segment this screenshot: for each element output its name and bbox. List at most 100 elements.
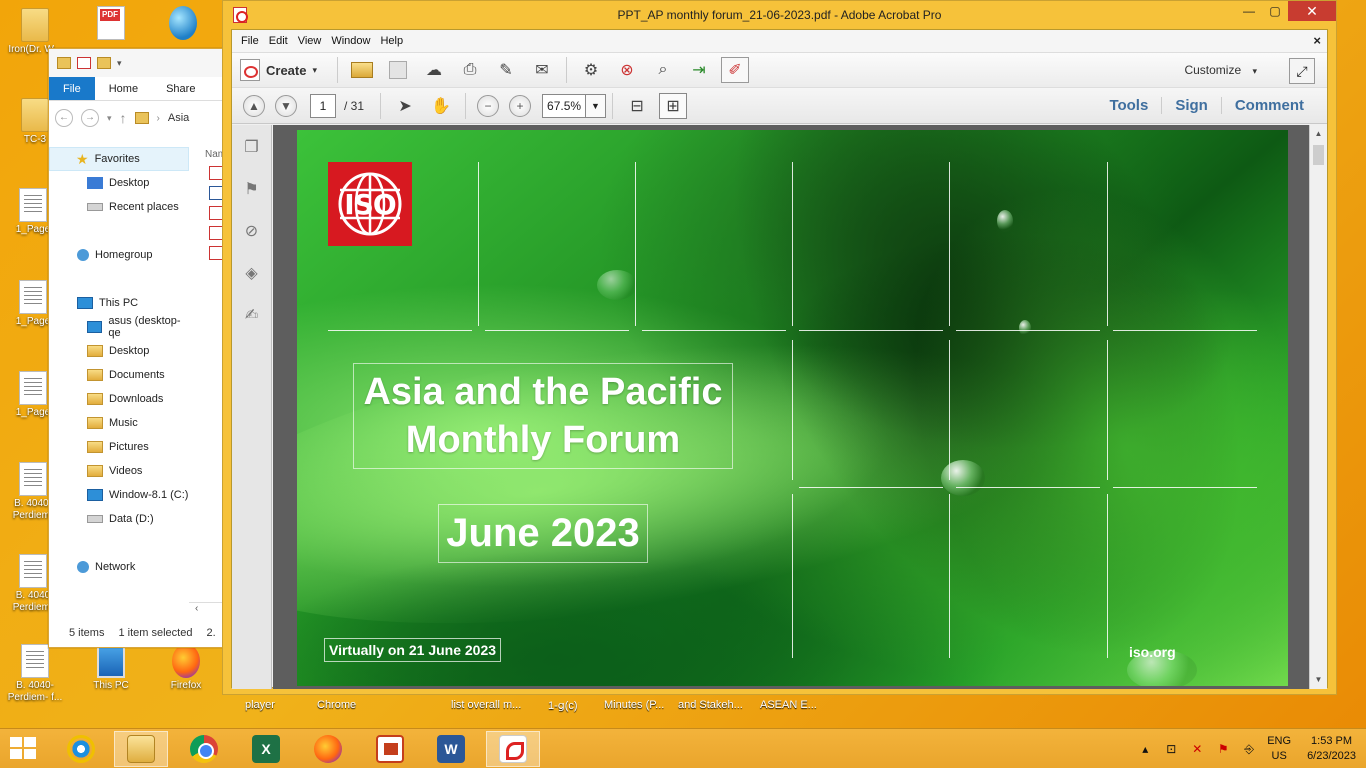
nav-network[interactable]: Network: [49, 555, 189, 579]
nav-homegroup[interactable]: Homegroup: [49, 243, 189, 267]
create-button[interactable]: Create ▾: [240, 59, 317, 81]
acrobat-app-icon[interactable]: [233, 7, 248, 23]
save-button[interactable]: [384, 57, 412, 83]
nav-item-drive-d[interactable]: Data (D:): [49, 507, 189, 531]
zoom-level-input[interactable]: 67.5%: [542, 93, 587, 118]
scroll-thumb[interactable]: [1313, 145, 1324, 165]
nav-item-downloads[interactable]: Downloads: [49, 387, 189, 411]
layers-icon[interactable]: ◈: [241, 263, 263, 285]
nav-this-pc[interactable]: This PC: [49, 291, 189, 315]
taskbar-chrome[interactable]: [177, 731, 231, 767]
nav-item-pc-desktop[interactable]: Desktop: [49, 339, 189, 363]
bookmark-icon[interactable]: ⚑: [241, 179, 263, 201]
usb-device-icon[interactable]: ⎆: [1241, 742, 1257, 756]
fit-page-button[interactable]: ⊟: [623, 93, 651, 119]
comment-markup-button[interactable]: ✐: [721, 57, 749, 83]
scroll-down-icon[interactable]: ▼: [1310, 671, 1327, 689]
menu-view[interactable]: View: [293, 35, 327, 47]
horizontal-scrollbar[interactable]: ‹: [189, 602, 222, 618]
upload-cloud-button[interactable]: ☁: [420, 57, 448, 83]
taskbar-internet-explorer[interactable]: [54, 731, 108, 767]
new-folder-icon[interactable]: [97, 57, 111, 69]
taskbar-powerpoint[interactable]: [363, 731, 417, 767]
nav-item-asus[interactable]: asus (desktop-qe: [49, 315, 189, 339]
document-viewport[interactable]: ISO Asia and the Pacific Monthly Forum J…: [273, 125, 1311, 689]
volume-muted-icon[interactable]: ✕: [1189, 742, 1205, 756]
menu-file[interactable]: File: [236, 35, 264, 47]
find-button[interactable]: ⌕: [649, 57, 677, 83]
taskbar-firefox[interactable]: [301, 731, 355, 767]
scroll-up-icon[interactable]: ▲: [1310, 125, 1327, 143]
next-page-button[interactable]: ▼: [275, 94, 297, 117]
nav-item-documents[interactable]: Documents: [49, 363, 189, 387]
nav-item-pictures[interactable]: Pictures: [49, 435, 189, 459]
nav-item-drive-c[interactable]: Window-8.1 (C:): [49, 483, 189, 507]
desktop-icon-globe[interactable]: [150, 6, 216, 42]
system-clock[interactable]: 1:53 PM 6/23/2023: [1307, 734, 1356, 764]
expand-view-button[interactable]: ⤢: [1289, 58, 1315, 84]
restore-button[interactable]: ▢: [1262, 1, 1288, 21]
minimize-button[interactable]: —: [1236, 1, 1262, 21]
export-button[interactable]: ⇥: [685, 57, 713, 83]
page-number-input[interactable]: 1: [310, 93, 336, 118]
scroll-left-icon[interactable]: ‹: [195, 603, 198, 614]
select-tool-button[interactable]: ➤: [391, 93, 419, 119]
tools-panel-link[interactable]: Tools: [1096, 97, 1161, 114]
pdf-file-icon[interactable]: [209, 226, 222, 240]
recent-chevron-icon[interactable]: ▾: [107, 113, 112, 124]
close-button[interactable]: ✕: [1288, 1, 1336, 21]
ribbon-tab-home[interactable]: Home: [95, 77, 152, 100]
input-language[interactable]: ENG US: [1267, 734, 1291, 764]
settings-button[interactable]: ⚙: [577, 57, 605, 83]
sign-panel-link[interactable]: Sign: [1161, 97, 1221, 114]
taskbar-file-explorer[interactable]: [114, 731, 168, 767]
signature-icon[interactable]: ✍: [241, 305, 263, 327]
taskbar-excel[interactable]: X: [239, 731, 293, 767]
previous-page-button[interactable]: ▲: [243, 94, 265, 117]
zoom-dropdown[interactable]: ▼: [586, 93, 607, 118]
up-arrow-icon[interactable]: ↑: [120, 110, 127, 126]
desktop-icon-perdiem3[interactable]: B. 4040- Perdiem- f...: [2, 644, 68, 704]
nav-item-recent-places[interactable]: Recent places: [49, 195, 189, 219]
back-arrow-icon[interactable]: ←: [55, 109, 73, 127]
open-file-button[interactable]: [348, 57, 376, 83]
page-thumbnails-icon[interactable]: ❐: [241, 137, 263, 159]
forward-arrow-icon[interactable]: →: [81, 109, 99, 127]
zoom-out-button[interactable]: −: [477, 94, 500, 117]
ribbon-tab-share[interactable]: Share: [152, 77, 209, 100]
menu-edit[interactable]: Edit: [264, 35, 293, 47]
nav-item-desktop[interactable]: Desktop: [49, 171, 189, 195]
nav-favorites[interactable]: ★ Favorites: [49, 147, 189, 171]
taskbar-acrobat[interactable]: [486, 731, 540, 767]
menu-window[interactable]: Window: [326, 35, 375, 47]
start-button[interactable]: [10, 737, 38, 761]
ribbon-tab-file[interactable]: File: [49, 77, 95, 100]
desktop-icon-this-pc[interactable]: This PC: [78, 644, 144, 692]
taskbar-word[interactable]: W: [424, 731, 478, 767]
properties-icon[interactable]: [77, 57, 91, 69]
network-status-icon[interactable]: ⊡: [1163, 742, 1179, 756]
desktop-icon-pdf[interactable]: [78, 6, 144, 42]
fit-width-button[interactable]: ⊞: [659, 92, 688, 119]
column-header-name[interactable]: Nam: [205, 149, 222, 160]
word-file-icon[interactable]: [209, 186, 222, 200]
breadcrumb[interactable]: Asia: [168, 112, 189, 124]
menu-help[interactable]: Help: [375, 35, 408, 47]
email-button[interactable]: ✉: [528, 57, 556, 83]
edit-document-button[interactable]: ✎: [492, 57, 520, 83]
action-center-icon[interactable]: ⚑: [1215, 742, 1231, 756]
delete-page-button[interactable]: ⊗: [613, 57, 641, 83]
zoom-in-button[interactable]: +: [509, 94, 532, 117]
hand-tool-button[interactable]: ✋: [427, 93, 455, 119]
desktop-icon-firefox[interactable]: Firefox: [153, 644, 219, 692]
nav-item-videos[interactable]: Videos: [49, 459, 189, 483]
pdf-file-icon[interactable]: [209, 166, 222, 180]
dropdown-arrow-icon[interactable]: ▾: [117, 58, 122, 69]
print-button[interactable]: ⎙: [456, 57, 484, 83]
document-close-button[interactable]: ×: [1313, 33, 1321, 48]
vertical-scrollbar[interactable]: ▲ ▼: [1309, 125, 1327, 689]
pdf-file-icon[interactable]: [209, 206, 222, 220]
customize-menu[interactable]: Customize ▾: [1184, 63, 1257, 77]
pdf-file-icon[interactable]: [209, 246, 222, 260]
comment-panel-link[interactable]: Comment: [1220, 97, 1317, 114]
